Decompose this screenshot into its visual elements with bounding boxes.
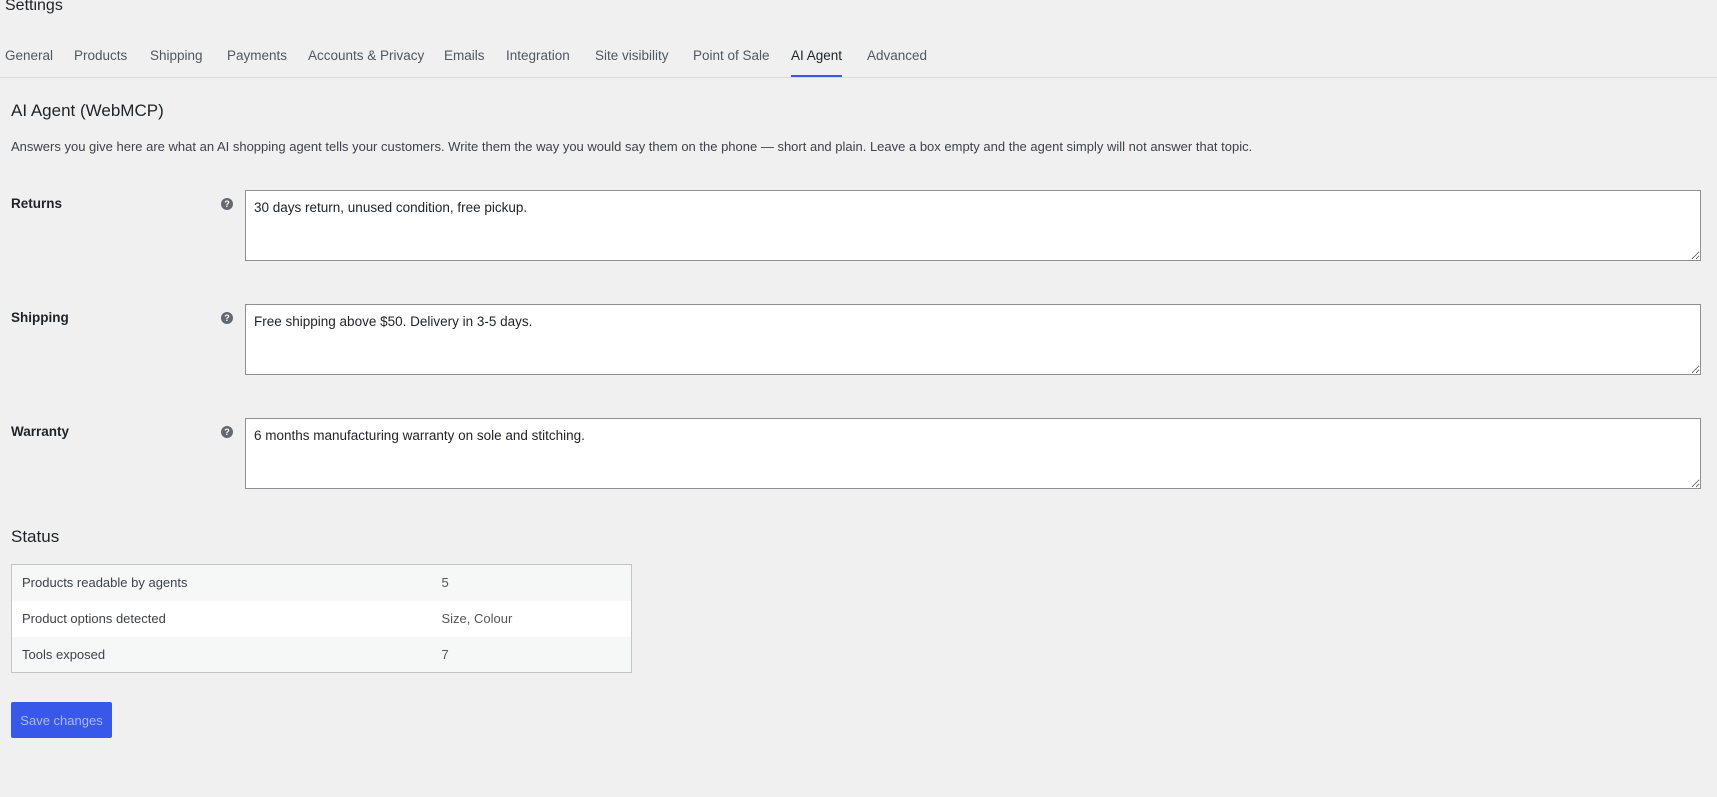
status-key: Product options detected: [22, 611, 166, 626]
section-title: AI Agent (WebMCP): [11, 101, 164, 120]
table-row: Tools exposed 7: [11, 636, 632, 673]
table-row: Product options detected Size, Colour: [12, 601, 632, 637]
settings-tabs: General Products Shipping Payments Accou…: [0, 40, 1717, 78]
status-value: 7: [431, 636, 632, 673]
settings-page: Settings General Products Shipping Payme…: [0, 0, 1717, 797]
tab-shipping[interactable]: Shipping: [150, 48, 203, 75]
warranty-label: Warranty: [11, 424, 70, 439]
tab-integration[interactable]: Integration: [506, 48, 570, 75]
returns-textarea[interactable]: 30 days return, unused condition, free p…: [245, 190, 1701, 261]
tab-products[interactable]: Products: [74, 48, 127, 75]
help-circle-icon[interactable]: ?: [221, 198, 233, 210]
tab-emails[interactable]: Emails: [444, 48, 485, 75]
returns-label: Returns: [11, 196, 63, 211]
section-description: Answers you give here are what an AI sho…: [11, 139, 1253, 154]
tab-general[interactable]: General: [5, 48, 53, 75]
shipping-label: Shipping: [11, 310, 69, 325]
status-value: 5: [431, 564, 632, 601]
tab-payments[interactable]: Payments: [227, 48, 287, 75]
table-row: Products readable by agents 5: [11, 564, 632, 601]
tab-site-visibility[interactable]: Site visibility: [595, 48, 669, 75]
tab-ai-agent[interactable]: AI Agent: [791, 48, 843, 77]
status-key: Tools exposed: [11, 636, 432, 673]
help-circle-icon[interactable]: ?: [221, 312, 233, 324]
status-value: Size, Colour: [441, 611, 513, 626]
status-key: Products readable by agents: [11, 564, 432, 601]
tab-point-of-sale[interactable]: Point of Sale: [693, 48, 770, 75]
status-table: Products readable by agents 5 Product op…: [11, 564, 632, 673]
tab-advanced[interactable]: Advanced: [867, 48, 927, 75]
warranty-textarea[interactable]: 6 months manufacturing warranty on sole …: [245, 418, 1701, 489]
page-title: Settings: [5, 0, 63, 14]
help-circle-icon[interactable]: ?: [221, 426, 233, 438]
save-button[interactable]: Save changes: [11, 702, 112, 738]
status-title: Status: [11, 527, 60, 546]
tab-accounts-privacy[interactable]: Accounts & Privacy: [308, 48, 424, 75]
shipping-textarea[interactable]: Free shipping above $50. Delivery in 3-5…: [245, 304, 1701, 375]
